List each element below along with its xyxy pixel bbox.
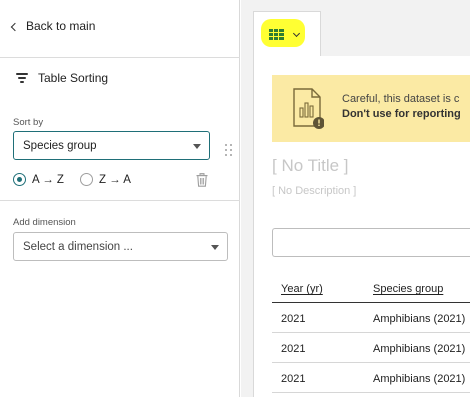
warning-banner: Careful, this dataset is c Don't use for… <box>272 75 470 142</box>
drag-handle-icon[interactable] <box>225 144 233 157</box>
trash-icon[interactable] <box>196 173 208 187</box>
table-cell: 2021 <box>281 343 306 355</box>
chevron-down-icon <box>292 29 301 38</box>
sort-order-group: A → Z Z → A <box>13 173 147 186</box>
table-cell: Amphibians (2021) <box>373 373 466 385</box>
divider <box>0 200 240 201</box>
table-cell: 2021 <box>281 373 306 385</box>
table-search-input[interactable] <box>272 228 470 257</box>
view-type-dropdown-button[interactable] <box>261 19 305 47</box>
sort-icon <box>16 73 28 83</box>
sort-by-select[interactable]: Species group <box>13 131 210 160</box>
table-cell: Amphibians (2021) <box>373 343 466 355</box>
document-chart-warning-icon <box>293 88 324 129</box>
add-dimension-label: Add dimension <box>13 217 76 228</box>
table-header-row: Year (yr) Species group <box>272 276 470 303</box>
tab-table-view[interactable] <box>253 11 321 57</box>
table-cell: 2021 <box>281 313 306 325</box>
report-description[interactable]: [ No Description ] <box>272 185 356 197</box>
add-dimension-select[interactable]: Select a dimension ... <box>13 232 228 261</box>
column-header-year[interactable]: Year (yr) <box>281 283 323 295</box>
back-label: Back to main <box>26 19 96 33</box>
radio-desc-label[interactable]: Z → A <box>99 174 131 186</box>
caret-down-icon <box>193 144 201 149</box>
divider <box>0 57 240 58</box>
radio-desc[interactable] <box>79 173 93 186</box>
table-cell: Amphibians (2021) <box>373 313 466 325</box>
add-dimension-placeholder: Select a dimension ... <box>23 240 133 253</box>
caret-down-icon <box>211 245 219 250</box>
radio-asc-label[interactable]: A → Z <box>32 174 64 186</box>
section-title: Table Sorting <box>16 71 108 85</box>
chevron-left-icon <box>10 22 20 31</box>
radio-asc[interactable] <box>13 173 26 186</box>
table-icon <box>269 29 284 40</box>
main-pane: Careful, this dataset is c Don't use for… <box>241 0 470 397</box>
sort-by-value: Species group <box>23 139 97 152</box>
table-row: 2021 Amphibians (2021) <box>272 303 470 333</box>
report-canvas: Careful, this dataset is c Don't use for… <box>253 56 470 397</box>
warning-emphasis: Don't use for reporting <box>342 108 461 120</box>
back-to-main-link[interactable]: Back to main <box>10 19 96 33</box>
warning-text: Careful, this dataset is c <box>342 93 460 105</box>
data-table: Year (yr) Species group 2021 Amphibians … <box>272 276 470 393</box>
sort-by-label: Sort by <box>13 117 44 128</box>
column-header-species-group[interactable]: Species group <box>373 283 443 295</box>
table-row: 2021 Amphibians (2021) <box>272 363 470 393</box>
section-title-label: Table Sorting <box>38 71 109 85</box>
table-row: 2021 Amphibians (2021) <box>272 333 470 363</box>
sidebar: Back to main Table Sorting Sort by Speci… <box>0 0 240 397</box>
report-title[interactable]: [ No Title ] <box>272 156 349 176</box>
